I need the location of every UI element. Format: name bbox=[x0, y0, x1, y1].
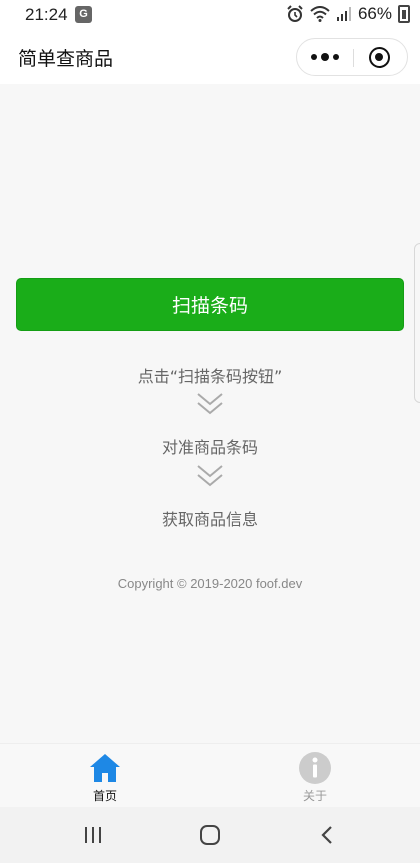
tab-about[interactable]: 关于 bbox=[210, 744, 420, 808]
tab-home-label: 首页 bbox=[92, 789, 117, 803]
double-chevron-down-icon bbox=[197, 393, 223, 415]
step-3-text: 获取商品信息 bbox=[161, 510, 258, 529]
status-time: 21:24 bbox=[25, 5, 68, 24]
step-1-text: 点击“扫描条码按钮” bbox=[137, 367, 283, 386]
tab-home[interactable]: 首页 bbox=[0, 744, 210, 808]
back-icon[interactable] bbox=[312, 821, 342, 849]
target-close-icon[interactable] bbox=[369, 47, 390, 68]
recents-icon[interactable] bbox=[78, 821, 108, 849]
status-icons: 66% bbox=[286, 4, 410, 24]
mini-program-capsule bbox=[296, 38, 408, 76]
status-bar: 21:24 G 66% bbox=[0, 0, 420, 30]
alarm-icon bbox=[287, 5, 303, 22]
wifi-icon bbox=[310, 6, 330, 22]
scan-barcode-button[interactable]: 扫描条码 bbox=[16, 278, 404, 331]
home-circle-icon[interactable] bbox=[195, 821, 225, 849]
translate-icon: G bbox=[75, 6, 92, 23]
step-2-text: 对准商品条码 bbox=[161, 438, 258, 457]
copyright-text: Copyright © 2019-2020 foof.dev bbox=[117, 576, 303, 591]
info-icon bbox=[299, 752, 331, 784]
home-icon bbox=[90, 754, 120, 782]
double-chevron-down-icon bbox=[197, 465, 223, 487]
capsule-divider bbox=[353, 49, 354, 67]
battery-percent: 66% bbox=[357, 4, 392, 23]
tab-bar: 首页 关于 bbox=[0, 743, 420, 807]
more-dots-icon[interactable] bbox=[297, 39, 353, 75]
signal-icon bbox=[336, 7, 351, 21]
page-title: 简单查商品 bbox=[18, 48, 114, 70]
system-navigation-bar bbox=[0, 807, 420, 863]
tab-about-label: 关于 bbox=[302, 789, 327, 803]
navigation-bar: 简单查商品 bbox=[0, 30, 420, 84]
battery-icon bbox=[398, 5, 410, 23]
